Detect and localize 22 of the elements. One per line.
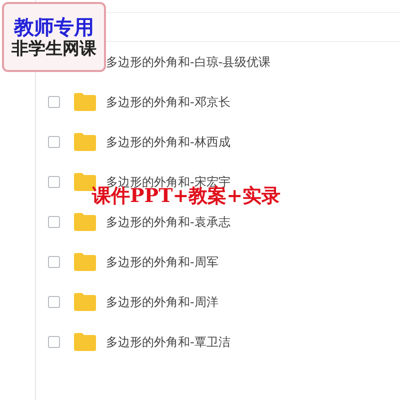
folder-icon xyxy=(74,213,96,231)
folder-name[interactable]: 多边形的外角和-白琼-县级优课 xyxy=(106,54,271,70)
checkbox[interactable] xyxy=(48,296,60,308)
badge-subtitle: 非学生网课 xyxy=(12,40,96,58)
folder-name[interactable]: 多边形的外角和-林西成 xyxy=(106,134,230,150)
folder-icon xyxy=(74,253,96,271)
checkbox[interactable] xyxy=(48,176,60,188)
checkbox[interactable] xyxy=(48,216,60,228)
checkbox[interactable] xyxy=(48,136,60,148)
checkbox[interactable] xyxy=(48,256,60,268)
folder-icon xyxy=(74,333,96,351)
folder-name[interactable]: 多边形的外角和-周洋 xyxy=(106,294,218,310)
folder-name[interactable]: 多边形的外角和-袁承志 xyxy=(106,214,230,230)
folder-name[interactable]: 多边形的外角和-邓京长 xyxy=(106,94,230,110)
folder-name[interactable]: 多边形的外角和-周军 xyxy=(106,254,218,270)
badge-title: 教师专用 xyxy=(14,16,94,38)
checkbox[interactable] xyxy=(48,96,60,108)
folder-name[interactable]: 多边形的外角和-覃卫洁 xyxy=(106,334,230,350)
checkbox[interactable] xyxy=(48,336,60,348)
folder-icon xyxy=(74,133,96,151)
folder-icon xyxy=(74,93,96,111)
folder-icon xyxy=(74,293,96,311)
